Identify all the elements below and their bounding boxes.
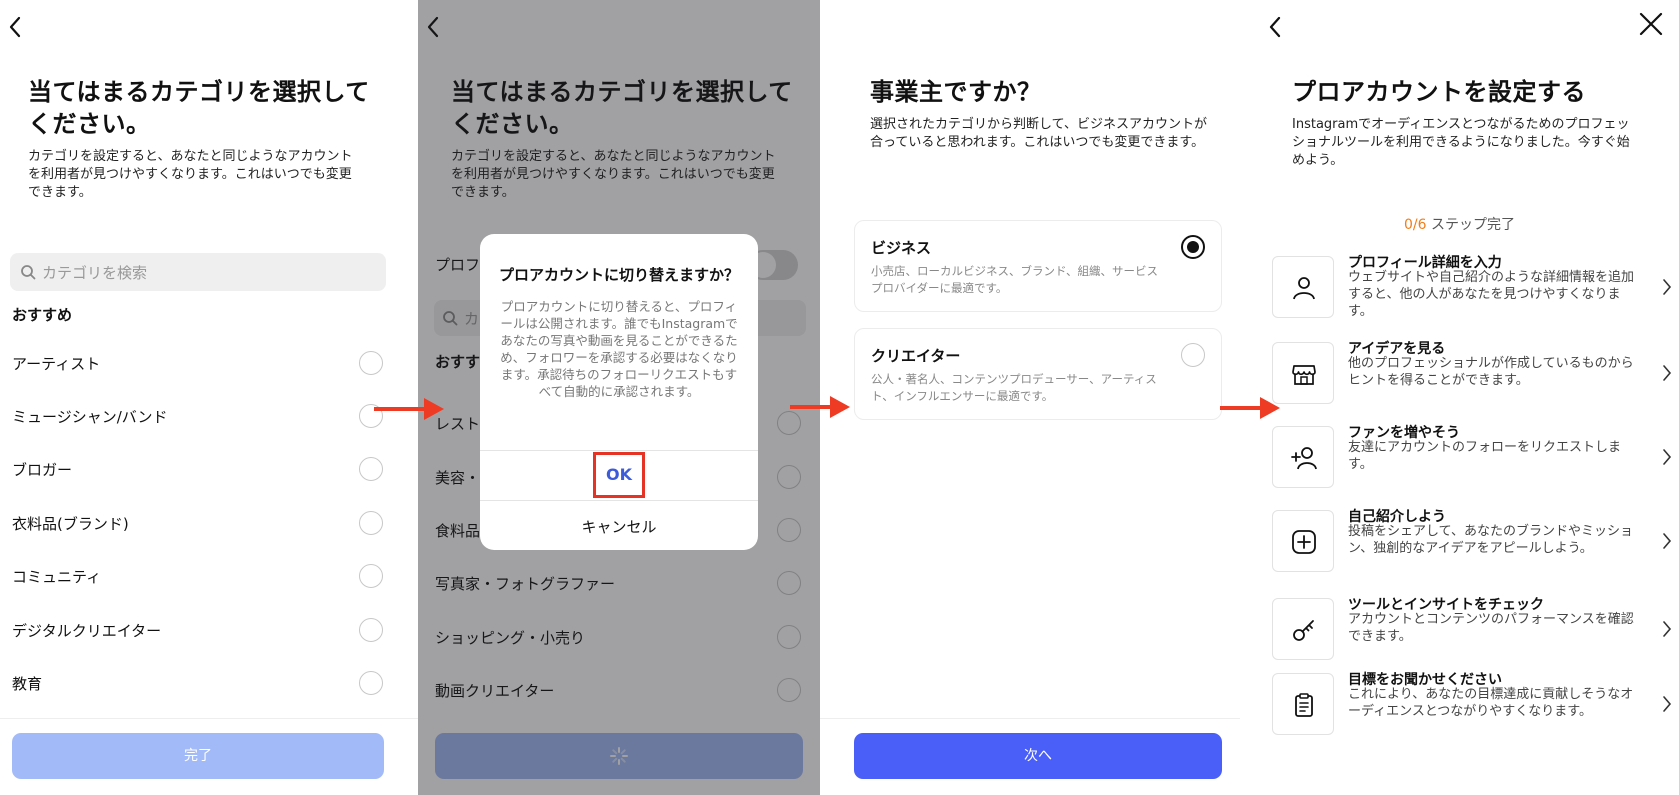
step-subtitle: これにより、あなたの目標達成に貢献しそうなオーディエンスとつながりやすくなります…	[1348, 687, 1634, 719]
page-title: 事業主ですか？	[870, 78, 1042, 106]
divider	[820, 718, 1240, 719]
category-row[interactable]: 衣料品(ブランド)	[0, 503, 418, 543]
back-arrow-icon[interactable]	[4, 12, 34, 42]
chevron-right-icon	[1663, 621, 1672, 637]
dialog-title: プロアカウントに切り替えますか？	[498, 266, 739, 284]
page-description: カテゴリを設定すると、あなたと同じようなアカウントを利用者が見つけやすくなります…	[28, 149, 353, 200]
option-radio-selected[interactable]	[1181, 235, 1205, 259]
chevron-right-icon	[1663, 449, 1672, 465]
category-label: デジタルクリエイター	[12, 622, 162, 640]
business-type-screen: 事業主ですか？ 選択されたカテゴリから判断して、ビジネスアカウントが合っていると…	[820, 0, 1240, 795]
creator-option-card[interactable]: クリエイター 公人・著名人、コンテンツプロデューサー、アーティスト、インフルエン…	[854, 328, 1222, 420]
step-subtitle: アカウントとコンテンツのパフォーマンスを確認できます。	[1348, 612, 1634, 644]
category-radio[interactable]	[359, 351, 383, 375]
option-title: ビジネス	[871, 239, 932, 257]
person-icon	[1272, 256, 1334, 318]
category-row[interactable]: 教育	[0, 663, 418, 703]
steps-progress: 0/6 ステップ完了	[1240, 214, 1679, 234]
setup-step-item[interactable]: 目標をお聞かせください これにより、あなたの目標達成に貢献しそうなオーディエンス…	[1272, 669, 1672, 741]
category-row[interactable]: コミュニティ	[0, 556, 418, 596]
dialog-divider	[480, 500, 758, 501]
ok-button[interactable]: OK	[593, 452, 645, 498]
dialog-divider	[480, 450, 758, 451]
category-label: 教育	[12, 675, 43, 693]
category-label: ブロガー	[12, 461, 73, 479]
category-row[interactable]: デジタルクリエイター	[0, 610, 418, 650]
setup-step-item[interactable]: ツールとインサイトをチェック アカウントとコンテンツのパフォーマンスを確認できま…	[1272, 594, 1672, 666]
business-option-card[interactable]: ビジネス 小売店、ローカルビジネス、ブランド、組織、サービスプロバイダーに最適で…	[854, 220, 1222, 312]
category-row[interactable]: ブロガー	[0, 449, 418, 489]
category-radio[interactable]	[359, 564, 383, 588]
cancel-button[interactable]: キャンセル	[480, 516, 758, 537]
search-icon	[21, 265, 36, 280]
option-radio[interactable]	[1181, 343, 1205, 367]
category-search-input[interactable]: カテゴリを検索	[10, 253, 386, 291]
page-description: 選択されたカテゴリから判断して、ビジネスアカウントが合っていると思われます。これ…	[870, 117, 1207, 150]
step-subtitle: 友達にアカウントのフォローをリクエストします。	[1348, 440, 1622, 472]
next-button[interactable]: 次へ	[854, 733, 1222, 779]
next-step-arrow-icon	[790, 396, 850, 418]
page-title: プロアカウントを設定する	[1292, 78, 1586, 106]
divider	[0, 718, 418, 719]
chevron-right-icon	[1663, 533, 1672, 549]
setup-step-item[interactable]: プロフィール詳細を入力 ウェブサイトや自己紹介のような詳細情報を追加すると、他の…	[1272, 252, 1672, 324]
pro-setup-screen: プロアカウントを設定する Instagramでオーディエンスとつながるためのプロ…	[1240, 0, 1679, 795]
setup-step-item[interactable]: 自己紹介しよう 投稿をシェアして、あなたのブランドやミッション、独創的なアイデア…	[1272, 506, 1672, 578]
chevron-right-icon	[1663, 365, 1672, 381]
dialog-body: プロアカウントに切り替えると、プロフィールは公開されます。誰でもInstagra…	[500, 299, 738, 399]
category-radio[interactable]	[359, 511, 383, 535]
step-subtitle: 投稿をシェアして、あなたのブランドやミッション、独創的なアイデアをアピールしよう…	[1348, 524, 1633, 556]
search-placeholder: カテゴリを検索	[42, 264, 148, 282]
key-icon	[1272, 598, 1334, 660]
category-radio[interactable]	[359, 618, 383, 642]
back-arrow-icon[interactable]	[1264, 12, 1294, 42]
step-subtitle: ウェブサイトや自己紹介のような詳細情報を追加すると、他の人があなたを見つけやすく…	[1348, 270, 1635, 319]
step-subtitle: 他のプロフェッショナルが作成しているものからヒントを得ることができます。	[1348, 356, 1634, 388]
category-row[interactable]: アーティスト	[0, 343, 418, 383]
page-description: Instagramでオーディエンスとつながるためのプロフェッショナルツールを利用…	[1292, 117, 1630, 168]
switch-confirm-screen: 当てはまるカテゴリを選択してください。 カテゴリを設定すると、あなたと同じような…	[418, 0, 820, 795]
chevron-right-icon	[1663, 279, 1672, 295]
recommended-heading: おすすめ	[12, 306, 73, 324]
switch-pro-dialog: プロアカウントに切り替えますか？ プロアカウントに切り替えると、プロフィールは公…	[480, 234, 758, 550]
option-title: クリエイター	[871, 347, 961, 365]
category-label: 衣料品(ブランド)	[12, 515, 129, 533]
setup-step-item[interactable]: ファンを増やそう 友達にアカウントのフォローをリクエストします。	[1272, 422, 1672, 494]
category-row[interactable]: ミュージシャン/バンド	[0, 396, 418, 436]
steps-label: ステップ完了	[1430, 217, 1515, 233]
clipboard-icon	[1272, 673, 1334, 735]
done-button[interactable]: 完了	[12, 733, 384, 779]
add-person-icon	[1272, 426, 1334, 488]
chevron-right-icon	[1663, 696, 1672, 712]
setup-step-item[interactable]: アイデアを見る 他のプロフェッショナルが作成しているものからヒントを得ることがで…	[1272, 338, 1672, 410]
next-step-arrow-icon	[374, 398, 444, 420]
category-radio[interactable]	[359, 671, 383, 695]
category-label: ミュージシャン/バンド	[12, 408, 168, 426]
category-label: アーティスト	[12, 355, 101, 373]
category-select-screen: 当てはまるカテゴリを選択してください。 カテゴリを設定すると、あなたと同じような…	[0, 0, 418, 795]
close-icon[interactable]	[1637, 10, 1665, 38]
category-label: コミュニティ	[12, 568, 102, 586]
category-radio[interactable]	[359, 457, 383, 481]
option-subtitle: 小売店、ローカルビジネス、ブランド、組織、サービスプロバイダーに最適です。	[871, 264, 1159, 295]
page-title: 当てはまるカテゴリを選択してください。	[28, 78, 370, 138]
steps-done-count: 0/6	[1404, 217, 1427, 233]
next-step-arrow-icon	[1220, 397, 1280, 419]
plus-square-icon	[1272, 510, 1334, 572]
option-subtitle: 公人・著名人、コンテンツプロデューサー、アーティスト、インフルエンサーに最適です…	[871, 372, 1157, 403]
